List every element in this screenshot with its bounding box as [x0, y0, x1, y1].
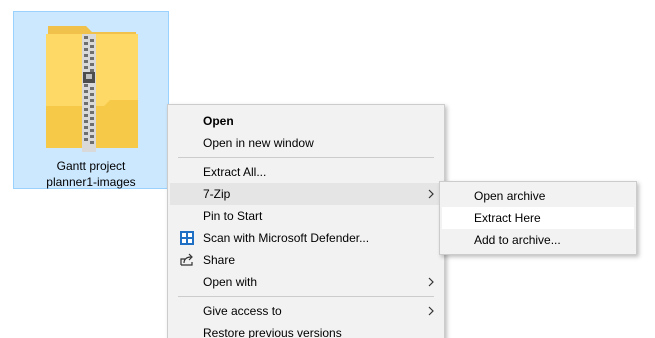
desktop: Gantt project planner1-images Open Open … [0, 0, 655, 338]
menu-item-give-access[interactable]: Give access to [170, 300, 442, 322]
menu-item-pin-to-start[interactable]: Pin to Start [170, 205, 442, 227]
zip-file-item[interactable]: Gantt project planner1-images [13, 11, 169, 189]
menu-item-open-new-window[interactable]: Open in new window [170, 132, 442, 154]
submenu-item-label: Add to archive... [474, 233, 561, 247]
menu-separator [178, 157, 434, 158]
submenu-7zip: Open archive Extract Here Add to archive… [439, 181, 637, 255]
menu-item-open[interactable]: Open [170, 110, 442, 132]
menu-separator [178, 296, 434, 297]
menu-item-extract-all[interactable]: Extract All... [170, 161, 442, 183]
menu-item-label: Pin to Start [203, 209, 263, 223]
context-menu: Open Open in new window Extract All... 7… [167, 104, 445, 338]
chevron-right-icon [428, 306, 434, 316]
menu-item-restore-versions[interactable]: Restore previous versions [170, 322, 442, 338]
menu-item-share[interactable]: Share [170, 249, 442, 271]
menu-item-label: Extract All... [203, 165, 267, 179]
submenu-item-open-archive[interactable]: Open archive [442, 185, 634, 207]
submenu-item-label: Open archive [474, 189, 546, 203]
menu-item-label: Open with [203, 275, 258, 289]
submenu-item-extract-here[interactable]: Extract Here [442, 207, 634, 229]
file-name-line2: planner1-images [46, 175, 136, 189]
file-name: Gantt project planner1-images [14, 158, 168, 190]
chevron-right-icon [428, 277, 434, 287]
zip-folder-icon [46, 26, 138, 152]
menu-item-label: Open [203, 114, 234, 128]
menu-item-label: Scan with Microsoft Defender... [203, 231, 370, 245]
chevron-right-icon [428, 189, 434, 199]
defender-shield-icon [180, 231, 194, 245]
menu-item-label: Share [203, 253, 236, 267]
menu-item-label: Open in new window [203, 136, 314, 150]
menu-item-label: Restore previous versions [203, 326, 342, 338]
file-name-line1: Gantt project [56, 159, 126, 173]
menu-item-7zip[interactable]: 7-Zip [170, 183, 442, 205]
menu-item-label: Give access to [203, 304, 282, 318]
submenu-item-label: Extract Here [474, 211, 541, 225]
menu-item-label: 7-Zip [203, 187, 231, 201]
submenu-item-add-to-archive[interactable]: Add to archive... [442, 229, 634, 251]
menu-item-scan-defender[interactable]: Scan with Microsoft Defender... [170, 227, 442, 249]
share-icon [180, 253, 193, 266]
menu-item-open-with[interactable]: Open with [170, 271, 442, 293]
